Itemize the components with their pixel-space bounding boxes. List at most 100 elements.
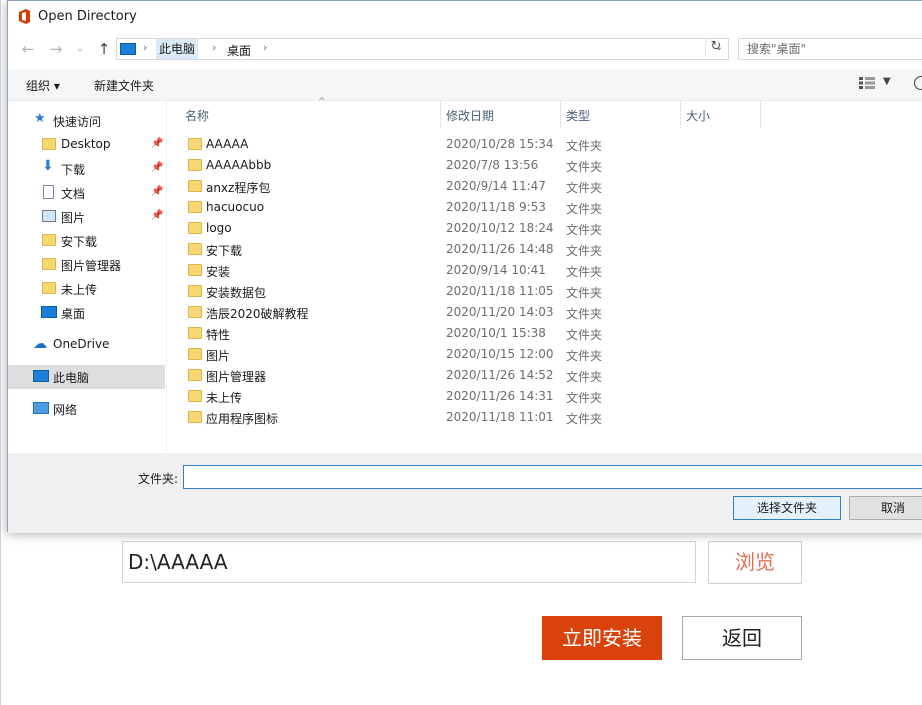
address-bar[interactable]: › 此电脑 › 桌面 › ⌄ — [116, 38, 729, 60]
folder-icon — [188, 222, 202, 234]
title-bar[interactable]: Open Directory — [8, 1, 922, 33]
file-name: hacuocuo — [206, 200, 265, 214]
nav-item-network[interactable]: 网络 — [8, 397, 165, 421]
file-row[interactable]: AAAAA 2020/10/28 15:34 文件夹 — [168, 134, 922, 155]
file-row[interactable]: anxz程序包 2020/9/14 11:47 文件夹 — [168, 176, 922, 197]
file-type: 文件夹 — [566, 265, 603, 279]
sort-up-icon: ^ — [318, 97, 326, 107]
view-options-icon[interactable] — [859, 77, 875, 89]
file-type: 文件夹 — [566, 223, 603, 237]
column-header-type[interactable]: 类型 — [561, 101, 681, 128]
file-row[interactable]: 应用程序图标 2020/11/18 11:01 文件夹 — [168, 407, 922, 428]
column-header-size[interactable]: 大小 — [681, 101, 761, 128]
file-date: 2020/9/14 11:47 — [446, 179, 546, 193]
file-date: 2020/10/28 15:34 — [446, 137, 554, 151]
folder-icon — [188, 243, 202, 255]
download-icon: ⬇ — [42, 158, 54, 174]
folder-icon — [188, 159, 202, 171]
open-directory-dialog: Open Directory ← → ⌄ ↑ › 此电脑 › 桌面 › ⌄ ↻ … — [7, 0, 922, 533]
forward-arrow-icon[interactable]: → — [46, 39, 66, 59]
nav-item-onedrive[interactable]: ☁ OneDrive — [8, 333, 165, 357]
select-folder-button[interactable]: 选择文件夹 — [733, 496, 841, 520]
file-row[interactable]: 安装 2020/9/14 10:41 文件夹 — [168, 260, 922, 281]
nav-item-not-uploaded[interactable]: 未上传 — [8, 277, 165, 301]
back-button[interactable]: 返回 — [682, 616, 802, 660]
file-type: 文件夹 — [566, 244, 603, 258]
file-date: 2020/10/1 15:38 — [446, 326, 546, 340]
folder-icon — [188, 138, 202, 150]
file-row[interactable]: 安下载 2020/11/26 14:48 文件夹 — [168, 239, 922, 260]
file-type: 文件夹 — [566, 307, 603, 321]
folder-icon — [42, 234, 56, 246]
file-row[interactable]: 图片 2020/10/15 12:00 文件夹 — [168, 344, 922, 365]
pin-icon[interactable]: 📌 — [151, 162, 163, 173]
column-header-date[interactable]: 修改日期 — [441, 101, 561, 128]
nav-item-quick-access[interactable]: ★ 快速访问 — [8, 109, 165, 133]
nav-item-desktop-cn[interactable]: 桌面 — [8, 301, 165, 325]
nav-item-desktop[interactable]: Desktop 📌 — [8, 133, 165, 157]
file-type: 文件夹 — [566, 412, 603, 426]
file-name: AAAAAbbb — [206, 158, 272, 172]
new-folder-button[interactable]: 新建文件夹 — [94, 77, 154, 94]
file-name: 安装数据包 — [206, 286, 267, 300]
file-row[interactable]: logo 2020/10/12 18:24 文件夹 — [168, 218, 922, 239]
computer-icon — [120, 43, 136, 55]
folder-icon — [42, 258, 56, 270]
breadcrumb-desktop[interactable]: 桌面 — [227, 42, 251, 59]
command-toolbar: 组织 ▾ 新建文件夹 ▼ — [8, 69, 922, 101]
file-date: 2020/11/26 14:31 — [446, 389, 554, 403]
cancel-button[interactable]: 取消 — [849, 496, 922, 520]
file-row[interactable]: AAAAAbbb 2020/7/8 13:56 文件夹 — [168, 155, 922, 176]
folder-label: 文件夹: — [138, 472, 179, 486]
column-header-name[interactable]: ^ 名称 — [180, 97, 441, 128]
breadcrumb-this-pc[interactable]: 此电脑 — [156, 39, 199, 59]
file-date: 2020/11/18 11:05 — [446, 284, 554, 298]
pin-icon[interactable]: 📌 — [151, 210, 163, 221]
install-path-input[interactable]: D:\AAAAA — [122, 541, 696, 583]
folder-icon — [188, 180, 202, 192]
file-row[interactable]: 图片管理器 2020/11/26 14:52 文件夹 — [168, 365, 922, 386]
folder-icon — [42, 138, 56, 150]
pin-icon[interactable]: 📌 — [151, 186, 163, 197]
view-dropdown-icon[interactable]: ▼ — [883, 76, 891, 87]
folder-icon — [188, 348, 202, 360]
computer-icon — [33, 370, 49, 382]
up-arrow-icon[interactable]: ↑ — [94, 39, 114, 59]
file-name: AAAAA — [206, 137, 249, 151]
search-input[interactable]: 搜索"桌面" — [738, 38, 922, 60]
dialog-footer: 文件夹: 选择文件夹 取消 — [8, 453, 922, 533]
file-row[interactable]: hacuocuo 2020/11/18 9:53 文件夹 — [168, 197, 922, 218]
network-icon — [33, 402, 49, 414]
install-now-button[interactable]: 立即安装 — [542, 616, 662, 660]
file-row[interactable]: 未上传 2020/11/26 14:31 文件夹 — [168, 386, 922, 407]
nav-item-documents[interactable]: 文档 📌 — [8, 181, 165, 205]
folder-icon — [188, 369, 202, 381]
organize-menu[interactable]: 组织 ▾ — [26, 77, 60, 94]
file-date: 2020/9/14 10:41 — [446, 263, 546, 277]
file-name: 特性 — [206, 328, 231, 342]
help-icon[interactable] — [914, 76, 922, 90]
pictures-icon — [42, 210, 56, 222]
file-type: 文件夹 — [566, 139, 603, 153]
nav-item-anxiazai[interactable]: 安下载 — [8, 229, 165, 253]
file-type: 文件夹 — [566, 181, 603, 195]
nav-item-pictures[interactable]: 图片 📌 — [8, 205, 165, 229]
nav-item-this-pc[interactable]: 此电脑 — [8, 365, 165, 389]
file-row[interactable]: 浩辰2020破解教程 2020/11/20 14:03 文件夹 — [168, 302, 922, 323]
file-name: anxz程序包 — [206, 181, 271, 195]
file-type: 文件夹 — [566, 160, 603, 174]
refresh-icon[interactable]: ↻ — [705, 39, 726, 57]
recent-dropdown-icon[interactable]: ⌄ — [70, 39, 90, 59]
nav-item-downloads[interactable]: ⬇ 下载 📌 — [8, 157, 165, 181]
folder-icon — [188, 411, 202, 423]
navigation-pane: ★ 快速访问 Desktop 📌 ⬇ 下载 📌 文档 📌 图片 📌 安下载 图片… — [8, 101, 167, 453]
file-row[interactable]: 特性 2020/10/1 15:38 文件夹 — [168, 323, 922, 344]
file-name: 图片 — [206, 349, 231, 363]
browse-button[interactable]: 浏览 — [708, 541, 802, 584]
nav-item-picture-manager[interactable]: 图片管理器 — [8, 253, 165, 277]
file-row[interactable]: 安装数据包 2020/11/18 11:05 文件夹 — [168, 281, 922, 302]
back-arrow-icon[interactable]: ← — [18, 39, 38, 59]
file-name: 安装 — [206, 265, 231, 279]
pin-icon[interactable]: 📌 — [151, 138, 163, 149]
folder-name-input[interactable] — [183, 465, 922, 489]
